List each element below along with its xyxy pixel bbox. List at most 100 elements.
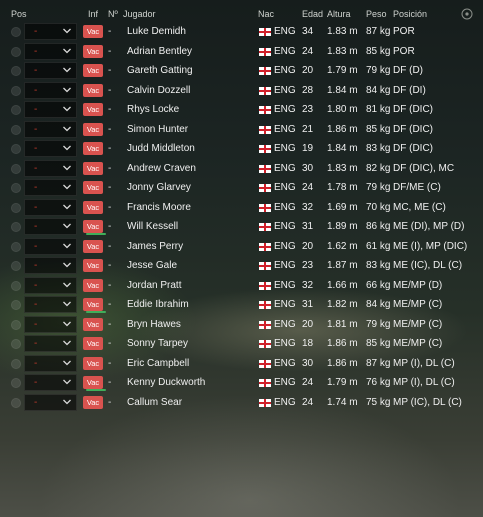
status-badge[interactable]: Vac (83, 25, 103, 38)
player-name[interactable]: Jonny Glarvey (127, 178, 191, 198)
header-position[interactable]: Posición (393, 9, 427, 19)
position-select[interactable]: - (24, 42, 77, 60)
table-row[interactable]: - Vac - Calvin Dozzell ENG 28 1.84 m 84 kg DF (D… (0, 81, 483, 101)
header-age[interactable]: Edad (302, 9, 323, 19)
status-badge[interactable]: Vac (83, 259, 103, 272)
position-select[interactable]: - (24, 393, 77, 411)
player-name[interactable]: Judd Middleton (127, 139, 195, 159)
table-row[interactable]: - Vac - Bryn Hawes ENG 20 1.81 m 79 kg ME/MP (C) (0, 315, 483, 335)
row-select-checkbox[interactable] (11, 163, 21, 174)
position-select[interactable]: - (24, 354, 77, 372)
position-select[interactable]: - (24, 374, 77, 391)
status-badge[interactable]: Vac (83, 181, 103, 194)
status-badge[interactable]: Vac (83, 83, 103, 97)
player-name[interactable]: Francis Moore (127, 198, 191, 218)
row-select-checkbox[interactable] (11, 144, 21, 154)
player-name[interactable]: Gareth Gatting (127, 61, 193, 81)
status-badge[interactable]: Vac (83, 142, 103, 155)
row-select-checkbox[interactable] (11, 183, 21, 193)
header-pos[interactable]: Pos (11, 9, 27, 19)
row-select-checkbox[interactable] (11, 319, 21, 330)
table-row[interactable]: - Vac - Eddie Ibrahim ENG 31 1.82 m 84 kg ME/MP … (0, 295, 483, 315)
status-badge[interactable]: Vac (83, 220, 106, 235)
row-select-checkbox[interactable] (11, 222, 21, 232)
status-badge[interactable]: Vac (83, 44, 103, 58)
table-row[interactable]: - Vac - Kenny Duckworth ENG 24 1.79 m 76 kg MP (… (0, 373, 483, 393)
player-name[interactable]: Rhys Locke (127, 100, 179, 120)
row-select-checkbox[interactable] (11, 397, 21, 408)
table-row[interactable]: - Vac - Will Kessell ENG 31 1.89 m 86 kg ME (DI)… (0, 217, 483, 237)
status-badge[interactable]: Vac (83, 298, 106, 313)
status-badge[interactable]: Vac (83, 103, 103, 116)
player-name[interactable]: Jordan Pratt (127, 276, 181, 296)
header-inf[interactable]: Inf (88, 9, 98, 19)
header-weight[interactable]: Peso (366, 9, 387, 19)
row-select-checkbox[interactable] (11, 300, 21, 310)
status-badge[interactable]: Vac (83, 356, 103, 370)
position-select[interactable]: - (24, 120, 77, 138)
position-select[interactable]: - (24, 198, 77, 216)
row-select-checkbox[interactable] (11, 378, 21, 388)
table-row[interactable]: - Vac - Francis Moore ENG 32 1.69 m 70 kg MC, ME… (0, 198, 483, 218)
position-select[interactable]: - (24, 159, 77, 177)
position-select[interactable]: - (24, 315, 77, 333)
table-row[interactable]: - Vac - Luke Demidh ENG 34 1.83 m 87 kg POR (0, 22, 483, 42)
table-row[interactable]: - Vac - Jordan Pratt ENG 32 1.66 m 66 kg ME/MP (… (0, 276, 483, 296)
settings-circle-icon[interactable] (461, 8, 473, 20)
position-select[interactable]: - (24, 218, 77, 235)
player-name[interactable]: Bryn Hawes (127, 315, 181, 335)
header-height[interactable]: Altura (327, 9, 351, 19)
position-select[interactable]: - (24, 81, 77, 99)
table-row[interactable]: - Vac - Jonny Glarvey ENG 24 1.78 m 79 kg DF/ME … (0, 178, 483, 198)
position-select[interactable]: - (24, 23, 77, 40)
position-select[interactable]: - (24, 101, 77, 118)
player-name[interactable]: Sonny Tarpey (127, 334, 188, 354)
row-select-checkbox[interactable] (11, 46, 21, 57)
row-select-checkbox[interactable] (11, 358, 21, 369)
row-select-checkbox[interactable] (11, 105, 21, 115)
player-name[interactable]: James Perry (127, 237, 183, 257)
status-badge[interactable]: Vac (83, 161, 103, 175)
table-row[interactable]: - Vac - Judd Middleton ENG 19 1.84 m 83 kg DF (D… (0, 139, 483, 159)
player-name[interactable]: Simon Hunter (127, 120, 188, 140)
table-row[interactable]: - Vac - Sonny Tarpey ENG 18 1.86 m 85 kg ME/MP (… (0, 334, 483, 354)
table-row[interactable]: - Vac - Adrian Bentley ENG 24 1.83 m 85 kg POR (0, 42, 483, 62)
table-row[interactable]: - Vac - Rhys Locke ENG 23 1.80 m 81 kg DF (DIC) (0, 100, 483, 120)
player-name[interactable]: Eric Campbell (127, 354, 189, 374)
position-select[interactable]: - (24, 140, 77, 157)
player-name[interactable]: Eddie Ibrahim (127, 295, 189, 315)
player-name[interactable]: Will Kessell (127, 217, 178, 237)
table-row[interactable]: - Vac - James Perry ENG 20 1.62 m 61 kg ME (I), … (0, 237, 483, 257)
position-select[interactable]: - (24, 276, 77, 294)
row-select-checkbox[interactable] (11, 339, 21, 349)
row-select-checkbox[interactable] (11, 27, 21, 37)
position-select[interactable]: - (24, 335, 77, 352)
header-player[interactable]: Jugador (123, 9, 156, 19)
position-select[interactable]: - (24, 179, 77, 196)
row-select-checkbox[interactable] (11, 241, 21, 252)
status-badge[interactable]: Vac (83, 395, 103, 409)
row-select-checkbox[interactable] (11, 124, 21, 135)
row-select-checkbox[interactable] (11, 280, 21, 291)
row-select-checkbox[interactable] (11, 202, 21, 213)
status-badge[interactable]: Vac (83, 239, 103, 253)
header-nat[interactable]: Nac (258, 9, 274, 19)
status-badge[interactable]: Vac (83, 122, 103, 136)
position-select[interactable]: - (24, 237, 77, 255)
player-name[interactable]: Adrian Bentley (127, 42, 192, 62)
player-name[interactable]: Luke Demidh (127, 22, 186, 42)
player-name[interactable]: Callum Sear (127, 393, 182, 413)
player-name[interactable]: Jesse Gale (127, 256, 177, 276)
status-badge[interactable]: Vac (83, 337, 103, 350)
table-row[interactable]: - Vac - Gareth Gatting ENG 20 1.79 m 79 kg DF (D… (0, 61, 483, 81)
table-row[interactable]: - Vac - Callum Sear ENG 24 1.74 m 75 kg MP (IC),… (0, 393, 483, 413)
position-select[interactable]: - (24, 62, 77, 79)
row-select-checkbox[interactable] (11, 261, 21, 271)
position-select[interactable]: - (24, 257, 77, 274)
row-select-checkbox[interactable] (11, 85, 21, 96)
table-row[interactable]: - Vac - Simon Hunter ENG 21 1.86 m 85 kg DF (DIC… (0, 120, 483, 140)
table-row[interactable]: - Vac - Jesse Gale ENG 23 1.87 m 83 kg ME (IC), … (0, 256, 483, 276)
row-select-checkbox[interactable] (11, 66, 21, 76)
table-row[interactable]: - Vac - Eric Campbell ENG 30 1.86 m 87 kg MP (I)… (0, 354, 483, 374)
status-badge[interactable]: Vac (83, 376, 106, 391)
